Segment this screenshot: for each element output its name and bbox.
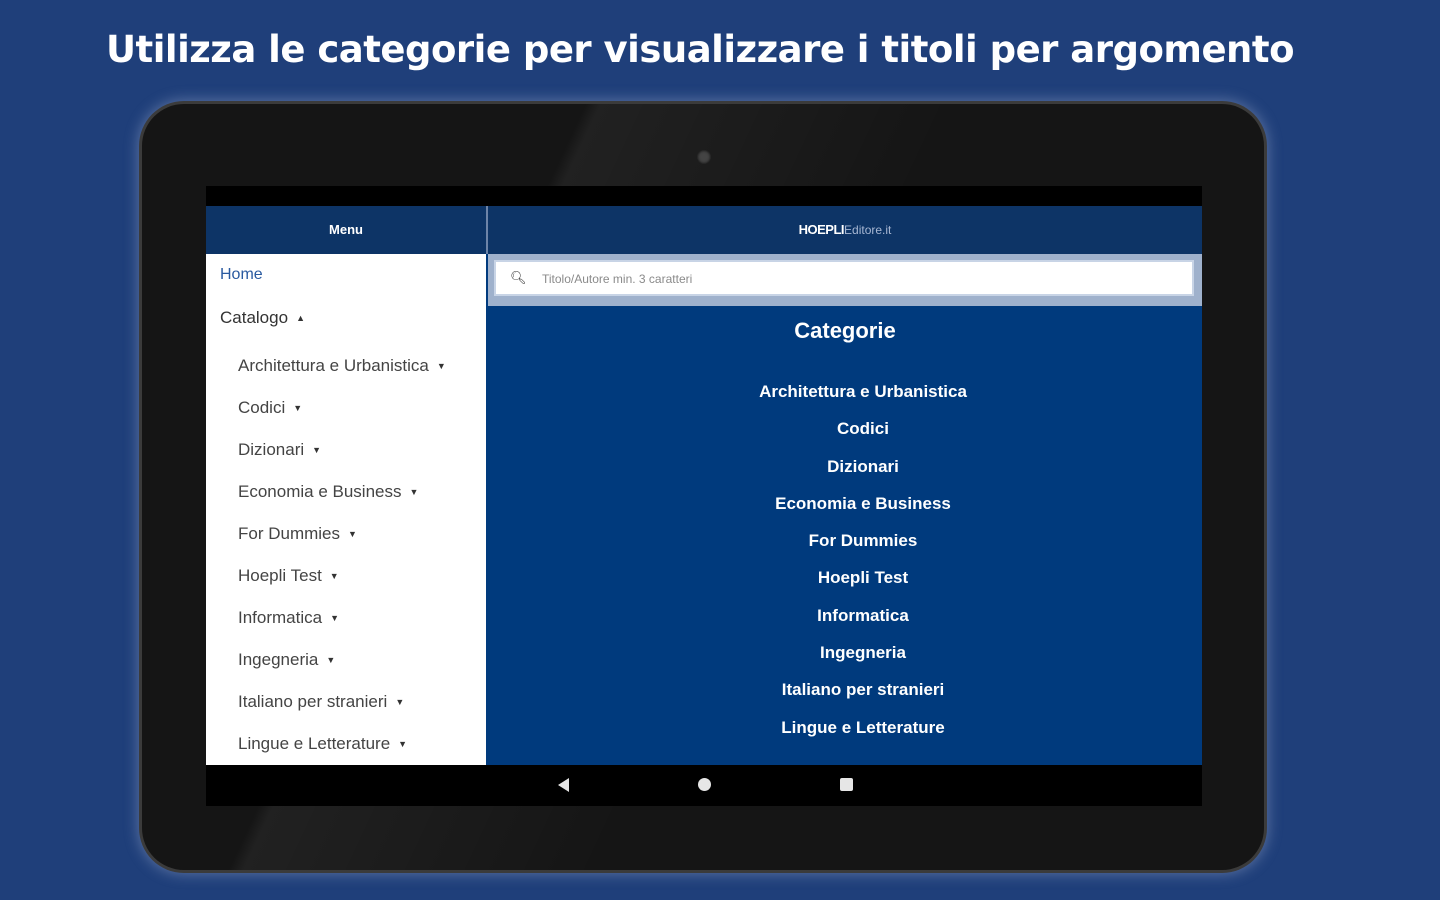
sidebar-item-catalog[interactable]: Catalogo ▲ — [220, 308, 305, 328]
chevron-down-icon: ▼ — [348, 529, 357, 539]
category-link[interactable]: Economia e Business — [506, 494, 1202, 531]
sidebar-category-item[interactable]: Lingue e Letterature ▼ — [238, 734, 446, 765]
chevron-up-icon: ▲ — [296, 313, 305, 323]
sidebar-category-label: For Dummies — [238, 524, 341, 543]
chevron-down-icon: ▼ — [326, 655, 336, 665]
sidebar-category-label: Architettura e Urbanistica — [238, 356, 429, 375]
home-icon[interactable] — [698, 778, 711, 791]
chevron-down-icon: ▼ — [409, 487, 419, 497]
chevron-down-icon: ▼ — [293, 403, 303, 413]
android-nav-bar — [206, 765, 1202, 806]
search-bar: 🔍︎ — [488, 254, 1202, 306]
sidebar-category-label: Economia e Business — [238, 482, 402, 501]
sidebar-category-item[interactable]: Ingegneria ▼ — [238, 650, 446, 692]
category-link[interactable]: Architettura e Urbanistica — [506, 382, 1202, 419]
sidebar-category-item[interactable]: Economia e Business ▼ — [238, 482, 446, 524]
category-link[interactable]: Lingue e Letterature — [506, 718, 1202, 755]
sidebar-menu: Home Catalogo ▲ Architettura e Urbanistic… — [206, 254, 486, 765]
category-link[interactable]: Italiano per stranieri — [506, 680, 1202, 717]
chevron-down-icon: ▼ — [329, 571, 339, 581]
categories-list: Architettura e Urbanistica Codici Dizionar… — [506, 382, 1202, 755]
sidebar-category-label: Codici — [238, 398, 286, 417]
chevron-down-icon: ▼ — [312, 445, 322, 455]
tablet-frame: Menu HOEPLIEditore.it Home Catalogo ▲ Arc… — [142, 104, 1264, 870]
category-link[interactable]: Hoepli Test — [506, 568, 1202, 605]
back-icon[interactable] — [558, 778, 569, 792]
brand-logo-light: Editore.it — [844, 223, 892, 237]
category-link[interactable]: Ingegneria — [506, 643, 1202, 680]
chevron-down-icon: ▼ — [436, 361, 446, 371]
category-link[interactable]: Informatica — [506, 606, 1202, 643]
brand-header: HOEPLIEditore.it — [488, 206, 1202, 254]
chevron-down-icon: ▼ — [395, 697, 405, 707]
camera-icon — [697, 150, 711, 164]
sidebar-category-item[interactable]: Dizionari ▼ — [238, 440, 446, 482]
category-link[interactable]: For Dummies — [506, 531, 1202, 568]
promo-headline: Utilizza le categorie per visualizzare i… — [105, 28, 1295, 71]
sidebar-category-label: Italiano per stranieri — [238, 692, 388, 711]
sidebar-category-label: Dizionari — [238, 440, 305, 459]
sidebar-item-home[interactable]: Home — [220, 266, 263, 284]
sidebar-category-item[interactable]: Architettura e Urbanistica ▼ — [238, 356, 446, 398]
sidebar-category-item[interactable]: For Dummies ▼ — [238, 524, 446, 566]
menu-header[interactable]: Menu — [206, 206, 486, 254]
sidebar-category-label: Informatica — [238, 608, 323, 627]
sidebar-category-item[interactable]: Codici ▼ — [238, 398, 446, 440]
app-window: Menu HOEPLIEditore.it Home Catalogo ▲ Arc… — [206, 206, 1202, 765]
sidebar-category-label: Ingegneria — [238, 650, 319, 669]
menu-label: Menu — [329, 222, 363, 237]
category-link[interactable]: Dizionari — [506, 457, 1202, 494]
categories-title: Categorie — [794, 318, 896, 343]
chevron-down-icon: ▼ — [330, 613, 340, 623]
brand-logo-strong: HOEPLI — [798, 222, 845, 237]
recent-apps-icon[interactable] — [840, 778, 853, 791]
tablet-screen: Menu HOEPLIEditore.it Home Catalogo ▲ Arc… — [206, 186, 1202, 806]
search-input[interactable] — [540, 262, 1184, 296]
sidebar-category-label: Hoepli Test — [238, 566, 322, 585]
sidebar-category-item[interactable]: Italiano per stranieri ▼ — [238, 692, 446, 734]
sidebar-category-label: Lingue e Letterature — [238, 734, 391, 753]
search-icon[interactable]: 🔍︎ — [510, 271, 527, 285]
search-box[interactable]: 🔍︎ — [494, 260, 1194, 296]
sidebar-category-item[interactable]: Hoepli Test ▼ — [238, 566, 446, 608]
sidebar-category-item[interactable]: Informatica ▼ — [238, 608, 446, 650]
category-link[interactable]: Codici — [506, 419, 1202, 456]
status-bar — [206, 186, 1202, 206]
chevron-down-icon: ▼ — [398, 739, 408, 749]
sidebar-catalog-label: Catalogo — [220, 308, 289, 327]
main-content: 🔍︎ Categorie Architettura e UrbanisticaC… — [488, 254, 1202, 765]
sidebar-category-list: Architettura e Urbanistica ▼ Codici ▼ Dizion… — [238, 356, 446, 765]
